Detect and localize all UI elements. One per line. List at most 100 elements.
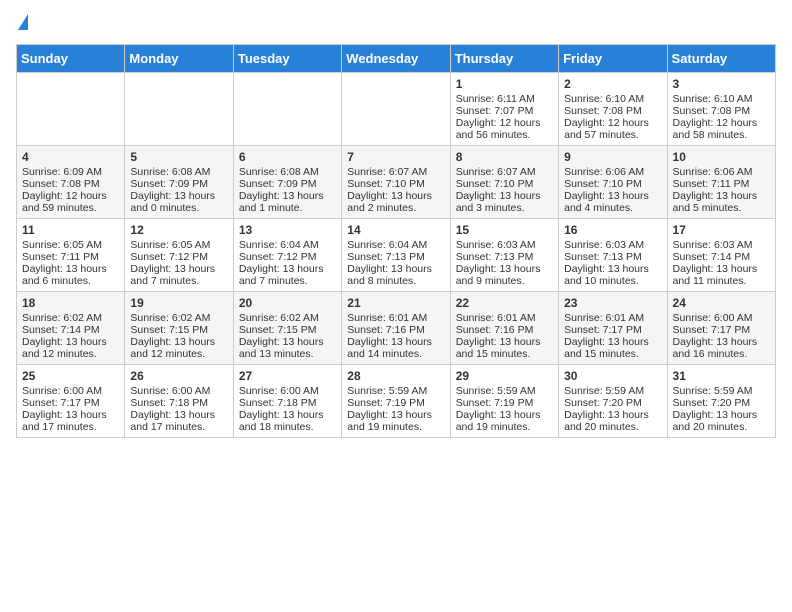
cell-info: and 20 minutes. — [673, 421, 770, 433]
cell-info: Daylight: 13 hours — [130, 263, 227, 275]
cell-info: Sunrise: 6:11 AM — [456, 93, 553, 105]
cell-info: Sunrise: 6:07 AM — [347, 166, 444, 178]
weekday-header-friday: Friday — [559, 45, 667, 73]
weekday-header-saturday: Saturday — [667, 45, 775, 73]
cell-info: Sunrise: 6:10 AM — [564, 93, 661, 105]
day-number: 4 — [22, 150, 119, 164]
cell-info: and 15 minutes. — [564, 348, 661, 360]
cell-info: Daylight: 13 hours — [347, 409, 444, 421]
calendar-cell: 27Sunrise: 6:00 AMSunset: 7:18 PMDayligh… — [233, 365, 341, 438]
calendar-cell: 1Sunrise: 6:11 AMSunset: 7:07 PMDaylight… — [450, 73, 558, 146]
cell-info: and 8 minutes. — [347, 275, 444, 287]
cell-info: and 58 minutes. — [673, 129, 770, 141]
day-number: 30 — [564, 369, 661, 383]
cell-info: Sunrise: 5:59 AM — [673, 385, 770, 397]
cell-info: Daylight: 13 hours — [22, 263, 119, 275]
cell-info: Daylight: 13 hours — [564, 263, 661, 275]
cell-info: Sunset: 7:20 PM — [564, 397, 661, 409]
cell-info: Daylight: 12 hours — [673, 117, 770, 129]
cell-info: and 7 minutes. — [239, 275, 336, 287]
logo — [16, 16, 28, 32]
cell-info: Sunrise: 6:04 AM — [239, 239, 336, 251]
day-number: 27 — [239, 369, 336, 383]
cell-info: Sunrise: 6:07 AM — [456, 166, 553, 178]
calendar-cell: 13Sunrise: 6:04 AMSunset: 7:12 PMDayligh… — [233, 219, 341, 292]
cell-info: and 15 minutes. — [456, 348, 553, 360]
cell-info: Sunset: 7:11 PM — [22, 251, 119, 263]
cell-info: Sunset: 7:16 PM — [347, 324, 444, 336]
day-number: 22 — [456, 296, 553, 310]
day-number: 25 — [22, 369, 119, 383]
calendar-cell: 6Sunrise: 6:08 AMSunset: 7:09 PMDaylight… — [233, 146, 341, 219]
cell-info: and 12 minutes. — [130, 348, 227, 360]
calendar-cell: 25Sunrise: 6:00 AMSunset: 7:17 PMDayligh… — [17, 365, 125, 438]
day-number: 11 — [22, 223, 119, 237]
cell-info: Sunset: 7:18 PM — [239, 397, 336, 409]
cell-info: and 19 minutes. — [456, 421, 553, 433]
cell-info: Sunrise: 6:09 AM — [22, 166, 119, 178]
cell-info: Sunset: 7:08 PM — [673, 105, 770, 117]
cell-info: Daylight: 13 hours — [239, 190, 336, 202]
day-number: 1 — [456, 77, 553, 91]
cell-info: Daylight: 13 hours — [456, 190, 553, 202]
cell-info: Sunrise: 6:10 AM — [673, 93, 770, 105]
day-number: 14 — [347, 223, 444, 237]
cell-info: Sunset: 7:13 PM — [456, 251, 553, 263]
cell-info: and 17 minutes. — [22, 421, 119, 433]
cell-info: Sunrise: 5:59 AM — [564, 385, 661, 397]
calendar-cell — [17, 73, 125, 146]
calendar-cell: 31Sunrise: 5:59 AMSunset: 7:20 PMDayligh… — [667, 365, 775, 438]
cell-info: Daylight: 13 hours — [347, 190, 444, 202]
cell-info: Daylight: 13 hours — [673, 263, 770, 275]
weekday-header-monday: Monday — [125, 45, 233, 73]
page-header — [16, 16, 776, 32]
cell-info: Sunset: 7:17 PM — [22, 397, 119, 409]
cell-info: Daylight: 13 hours — [22, 409, 119, 421]
cell-info: Daylight: 13 hours — [239, 336, 336, 348]
day-number: 17 — [673, 223, 770, 237]
cell-info: Sunrise: 6:06 AM — [564, 166, 661, 178]
cell-info: Sunset: 7:19 PM — [456, 397, 553, 409]
cell-info: Sunset: 7:07 PM — [456, 105, 553, 117]
cell-info: Sunset: 7:15 PM — [130, 324, 227, 336]
cell-info: and 9 minutes. — [456, 275, 553, 287]
cell-info: Sunset: 7:15 PM — [239, 324, 336, 336]
calendar-cell: 2Sunrise: 6:10 AMSunset: 7:08 PMDaylight… — [559, 73, 667, 146]
calendar-cell: 12Sunrise: 6:05 AMSunset: 7:12 PMDayligh… — [125, 219, 233, 292]
cell-info: Sunset: 7:09 PM — [239, 178, 336, 190]
cell-info: and 11 minutes. — [673, 275, 770, 287]
cell-info: Daylight: 13 hours — [564, 409, 661, 421]
cell-info: and 56 minutes. — [456, 129, 553, 141]
cell-info: and 3 minutes. — [456, 202, 553, 214]
cell-info: Sunset: 7:13 PM — [564, 251, 661, 263]
cell-info: Sunrise: 6:00 AM — [130, 385, 227, 397]
day-number: 13 — [239, 223, 336, 237]
calendar-cell: 19Sunrise: 6:02 AMSunset: 7:15 PMDayligh… — [125, 292, 233, 365]
cell-info: Daylight: 13 hours — [130, 409, 227, 421]
calendar-cell: 4Sunrise: 6:09 AMSunset: 7:08 PMDaylight… — [17, 146, 125, 219]
calendar-cell: 10Sunrise: 6:06 AMSunset: 7:11 PMDayligh… — [667, 146, 775, 219]
day-number: 24 — [673, 296, 770, 310]
cell-info: Sunrise: 6:03 AM — [673, 239, 770, 251]
cell-info: Sunset: 7:11 PM — [673, 178, 770, 190]
cell-info: and 57 minutes. — [564, 129, 661, 141]
day-number: 23 — [564, 296, 661, 310]
day-number: 8 — [456, 150, 553, 164]
calendar-cell: 3Sunrise: 6:10 AMSunset: 7:08 PMDaylight… — [667, 73, 775, 146]
cell-info: Daylight: 13 hours — [22, 336, 119, 348]
day-number: 9 — [564, 150, 661, 164]
cell-info: and 7 minutes. — [130, 275, 227, 287]
day-number: 19 — [130, 296, 227, 310]
cell-info: and 13 minutes. — [239, 348, 336, 360]
cell-info: Sunset: 7:10 PM — [564, 178, 661, 190]
calendar-table: SundayMondayTuesdayWednesdayThursdayFrid… — [16, 44, 776, 438]
calendar-cell: 23Sunrise: 6:01 AMSunset: 7:17 PMDayligh… — [559, 292, 667, 365]
cell-info: Sunrise: 6:03 AM — [564, 239, 661, 251]
cell-info: Sunset: 7:12 PM — [239, 251, 336, 263]
cell-info: Sunset: 7:14 PM — [673, 251, 770, 263]
cell-info: Daylight: 13 hours — [564, 190, 661, 202]
cell-info: Sunset: 7:10 PM — [347, 178, 444, 190]
day-number: 10 — [673, 150, 770, 164]
cell-info: Sunset: 7:17 PM — [564, 324, 661, 336]
cell-info: Daylight: 13 hours — [456, 336, 553, 348]
